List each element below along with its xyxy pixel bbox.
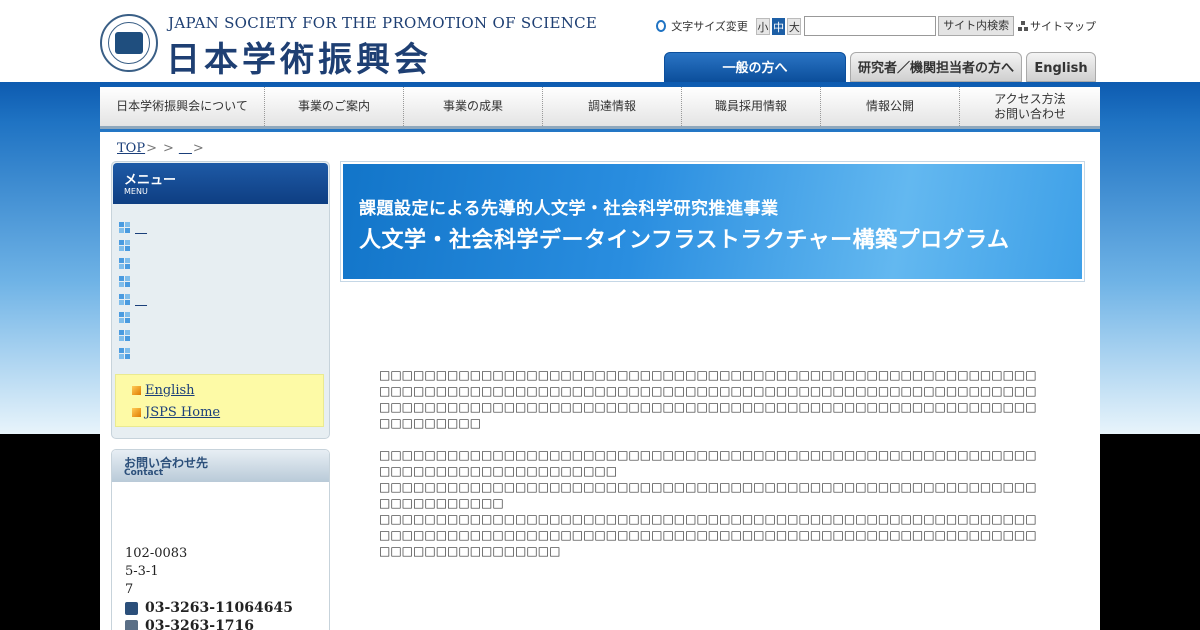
contact-address-line: 5-3-1 [125, 564, 159, 579]
sitemap-link[interactable]: サイトマップ [1030, 18, 1096, 34]
body-paragraph: □□□□□□□□□□□□□□□□□□□□□□□□□□□□□□□□□□□□□□□□… [379, 448, 1037, 478]
side-menu-subtitle: MENU [124, 187, 148, 196]
contact-address-line: 7 [125, 582, 134, 597]
font-size-small-button[interactable]: 小 [755, 17, 770, 35]
body-paragraph: □□□□□□□□□□□□□□□□□□□□□□□□□□□□□□□□□□□□□□□□… [379, 480, 1037, 510]
side-menu-item-label: ＿ [135, 220, 148, 235]
contact-fax: 03-3263-1716 [145, 618, 255, 630]
contact-fax-row: 03-3263-1716 [125, 617, 293, 630]
body-paragraph: □□□□□□□□□□□□□□□□□□□□□□□□□□□□□□□□□□□□□□□□… [379, 368, 1037, 430]
article-body: □□□□□□□□□□□□□□□□□□□□□□□□□□□□□□□□□□□□□□□□… [379, 367, 1043, 559]
breadcrumb: TOP> > ＿> [117, 137, 209, 156]
contact-details: 102-0083 5-3-1 7 03-3263-11064645 03-326… [125, 545, 293, 630]
font-size-large-button[interactable]: 大 [787, 17, 802, 35]
contact-postal-code: 102-0083 [125, 546, 188, 561]
global-navigation: 日本学術振興会について 事業のご案内 事業の成果 調達情報 職員採用情報 情報公… [100, 87, 1100, 129]
font-size-medium-button[interactable]: 中 [771, 17, 786, 35]
breadcrumb-separator: > [146, 141, 157, 156]
side-quick-links: English JSPS Home [115, 374, 324, 427]
side-menu-item[interactable] [119, 236, 319, 254]
side-menu-item[interactable] [119, 308, 319, 326]
side-menu-item[interactable] [119, 254, 319, 272]
tab-english[interactable]: English [1026, 52, 1096, 82]
breadcrumb-separator: > [192, 141, 204, 156]
jsps-home-link-label: JSPS Home [145, 404, 221, 420]
grid-bullet-icon [119, 347, 130, 359]
logo-english-name[interactable]: JAPAN SOCIETY FOR THE PROMOTION OF SCIEN… [168, 14, 597, 32]
font-size-icon [656, 20, 667, 32]
site-search-input[interactable] [804, 16, 937, 36]
program-banner: 課題設定による先導的人文学・社会科学研究推進事業 人文学・社会科学データインフラ… [340, 161, 1085, 282]
main-area: TOP> > ＿> メニュー MENU ＿ ＿ English JSPS Home [100, 132, 1100, 630]
gnav-recruitment[interactable]: 職員採用情報 [682, 87, 821, 126]
site-header: JAPAN SOCIETY FOR THE PROMOTION OF SCIEN… [100, 0, 1100, 82]
grid-bullet-icon [119, 221, 130, 233]
grid-bullet-icon [119, 293, 130, 305]
seal-mark [115, 32, 143, 54]
side-menu: メニュー MENU ＿ ＿ English JSPS Home [111, 161, 330, 439]
contact-subtitle: Contact [124, 468, 164, 478]
jsps-home-link[interactable]: JSPS Home [116, 401, 323, 423]
breadcrumb-current-link[interactable]: ＿ [179, 141, 192, 156]
side-menu-item[interactable] [119, 272, 319, 290]
gnav-access-contact[interactable]: アクセス方法 お問い合わせ [960, 87, 1100, 126]
arrow-bullet-icon [132, 385, 141, 395]
side-menu-title: メニュー [124, 173, 177, 188]
fax-icon [125, 619, 138, 630]
breadcrumb-top-link[interactable]: TOP [117, 141, 145, 156]
side-menu-item[interactable] [119, 326, 319, 344]
english-site-link-label: English [145, 382, 195, 398]
gnav-about[interactable]: 日本学術振興会について [100, 87, 265, 126]
contact-box: お問い合わせ先 Contact 102-0083 5-3-1 7 03-3263… [111, 449, 330, 630]
gnav-results[interactable]: 事業の成果 [404, 87, 543, 126]
audience-tabs: 一般の方へ 研究者／機関担当者の方へ English [664, 52, 1100, 82]
grid-bullet-icon [119, 311, 130, 323]
jsps-seal-logo[interactable] [100, 14, 158, 72]
banner-title: 人文学・社会科学データインフラストラクチャー構築プログラム [359, 228, 1010, 253]
grid-bullet-icon [119, 329, 130, 341]
gnav-disclosure[interactable]: 情報公開 [821, 87, 960, 126]
utility-bar: 文字サイズ変更 小 中 大 サイト内検索 サイトマップ [656, 15, 1096, 37]
sitemap-icon [1018, 21, 1028, 31]
side-menu-item[interactable]: ＿ [119, 290, 319, 308]
banner-image: 課題設定による先導的人文学・社会科学研究推進事業 人文学・社会科学データインフラ… [343, 164, 1082, 279]
gnav-programs[interactable]: 事業のご案内 [265, 87, 404, 126]
tab-general-public[interactable]: 一般の方へ [664, 52, 846, 82]
side-menu-list: ＿ ＿ [119, 218, 319, 362]
breadcrumb-separator: > [162, 141, 174, 156]
side-menu-item-label: ＿ [135, 292, 148, 307]
banner-subtitle: 課題設定による先導的人文学・社会科学研究推進事業 [359, 199, 779, 219]
site-search-button[interactable]: サイト内検索 [938, 16, 1015, 36]
grid-bullet-icon [119, 275, 130, 287]
body-paragraph: □□□□□□□□□□□□□□□□□□□□□□□□□□□□□□□□□□□□□□□□… [379, 512, 1037, 558]
english-site-link[interactable]: English [116, 379, 323, 401]
side-menu-item[interactable]: ＿ [119, 218, 319, 236]
phone-icon [125, 601, 138, 615]
arrow-bullet-icon [132, 407, 141, 417]
tab-researchers[interactable]: 研究者／機関担当者の方へ [850, 52, 1022, 82]
logo-japanese-name[interactable]: 日本学術振興会 [166, 32, 432, 81]
side-menu-header: メニュー MENU [113, 163, 328, 204]
contact-phone: 03-3263-11064645 [145, 600, 293, 616]
contact-header: お問い合わせ先 Contact [112, 450, 329, 482]
gnav-procurement[interactable]: 調達情報 [543, 87, 682, 126]
page-container: JAPAN SOCIETY FOR THE PROMOTION OF SCIEN… [100, 0, 1100, 630]
side-menu-item[interactable] [119, 344, 319, 362]
font-size-label: 文字サイズ変更 [671, 20, 748, 33]
grid-bullet-icon [119, 257, 130, 269]
contact-phone-row: 03-3263-11064645 [125, 599, 293, 617]
grid-bullet-icon [119, 239, 130, 251]
